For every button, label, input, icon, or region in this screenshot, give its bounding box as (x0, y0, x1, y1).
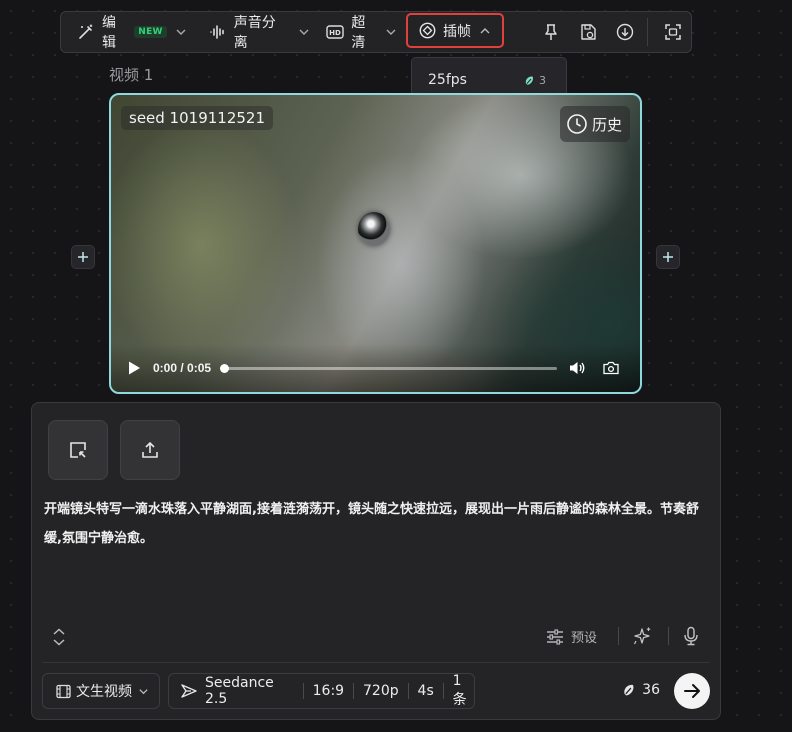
hd-upscale-menu[interactable]: HD 超清 (326, 12, 397, 52)
toolbar-divider (647, 18, 649, 46)
model-name: Seedance 2.5 (205, 675, 274, 707)
preset-label: 预设 (571, 631, 598, 646)
add-before-button[interactable] (71, 245, 95, 269)
audio-separation-menu[interactable]: 声音分离 (209, 12, 311, 52)
clock-icon (566, 113, 588, 135)
chevron-down-icon (175, 26, 187, 38)
fps-cost-value: 3 (539, 73, 546, 87)
fps-option-label: 25fps (428, 72, 467, 88)
prompt-text[interactable]: 开端镜头特写一滴水珠落入平静湖面,接着涟漪荡开，镜头随之快速拉远，展现出一片雨后… (44, 495, 710, 553)
video-controls: 0:00 / 0:05 (111, 344, 640, 392)
microphone-icon (683, 626, 699, 646)
chevron-down-icon (138, 686, 149, 697)
sliders-icon (546, 628, 564, 646)
pin-button[interactable] (533, 12, 570, 52)
arrow-right-icon (683, 682, 701, 700)
svg-text:HD: HD (329, 29, 341, 37)
plus-icon (77, 251, 89, 263)
chevron-down-icon (298, 26, 310, 38)
hd-icon: HD (326, 24, 345, 40)
sparkle-icon (633, 626, 653, 646)
time-display: 0:00 / 0:05 (153, 361, 212, 375)
save-button[interactable] (570, 12, 607, 52)
resolution: 720p (363, 683, 399, 699)
history-button[interactable]: 历史 (559, 106, 630, 142)
chip-divider (442, 683, 444, 699)
cost-value: 36 (642, 682, 660, 698)
output-count: 1条 (452, 673, 467, 708)
expand-vertical-icon (52, 628, 66, 646)
toolbar: 编辑 NEW 声音分离 HD 超清 (60, 11, 692, 53)
reference-frame-button[interactable] (48, 420, 108, 480)
waveform-icon (209, 23, 227, 41)
screenshot-button[interactable] (654, 12, 691, 52)
chevron-down-icon (385, 26, 397, 38)
camera-icon[interactable] (603, 361, 619, 375)
download-icon (616, 23, 634, 41)
download-button[interactable] (607, 12, 644, 52)
chip-divider (407, 683, 409, 699)
upload-button[interactable] (120, 420, 180, 480)
screenshot-icon (664, 23, 682, 41)
save-icon (579, 23, 597, 41)
progress-bar[interactable] (220, 363, 558, 373)
ai-enhance-button[interactable] (633, 626, 653, 646)
voice-input-button[interactable] (683, 626, 699, 646)
frame-interp-icon (419, 22, 436, 39)
chip-divider (353, 683, 355, 699)
frame-interpolation-menu[interactable]: 插帧 (406, 13, 504, 48)
image-select-icon (68, 440, 88, 460)
upload-icon (140, 440, 160, 460)
chevron-up-icon (479, 25, 491, 37)
prompt-panel: 开端镜头特写一滴水珠落入平静湖面,接着涟漪荡开，镜头随之快速拉远，展现出一片雨后… (31, 402, 721, 720)
play-icon[interactable] (127, 360, 141, 376)
generate-button[interactable] (674, 673, 710, 709)
video-player[interactable]: seed 1019112521 历史 0:00 / 0:05 (109, 93, 642, 394)
audio-separation-label: 声音分离 (233, 15, 276, 51)
edit-menu[interactable]: 编辑 NEW (77, 12, 187, 52)
credit-icon (622, 683, 636, 697)
volume-icon[interactable] (569, 360, 587, 376)
expand-button[interactable] (52, 628, 66, 646)
aspect-ratio: 16:9 (312, 683, 345, 699)
generation-cost: 36 (622, 682, 660, 698)
add-after-button[interactable] (656, 245, 680, 269)
video-title: 视频 1 (109, 66, 154, 84)
mode-label: 文生视频 (76, 684, 132, 700)
film-icon (56, 684, 71, 699)
frame-interpolation-label: 插帧 (443, 23, 471, 40)
magic-wand-icon (77, 23, 95, 41)
history-label: 历史 (591, 115, 622, 134)
panel-divider (618, 627, 619, 645)
duration: 4s (417, 683, 434, 699)
video-frame-droplet (358, 212, 390, 246)
panel-divider (668, 627, 669, 645)
mode-selector[interactable]: 文生视频 (42, 673, 160, 709)
new-badge: NEW (134, 26, 167, 38)
hd-label: 超清 (351, 15, 366, 51)
edit-label: 编辑 (102, 15, 116, 51)
seedance-logo-icon (181, 683, 197, 699)
plus-icon (662, 251, 674, 263)
model-settings-selector[interactable]: Seedance 2.5 16:9 720p 4s 1条 (168, 673, 475, 709)
credit-icon (524, 75, 535, 86)
progress-knob[interactable] (220, 363, 230, 373)
preset-button[interactable]: 预设 (546, 627, 597, 646)
panel-divider-horizontal (42, 662, 710, 663)
chip-divider (302, 683, 304, 699)
fps-cost: 3 (524, 74, 546, 87)
seed-tag: seed 1019112521 (121, 106, 273, 130)
pin-icon (543, 23, 559, 41)
